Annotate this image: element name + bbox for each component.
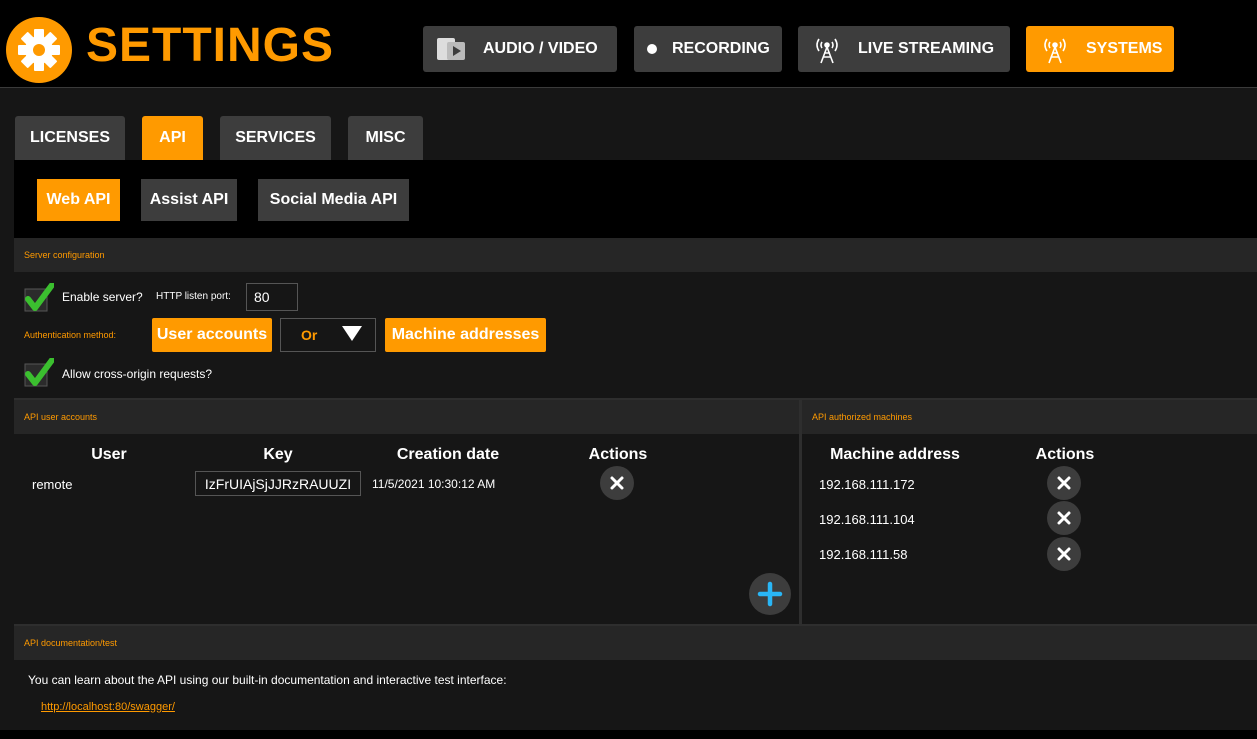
close-icon — [1057, 476, 1071, 490]
col-actions: Actions — [588, 446, 648, 463]
nav-systems-button[interactable]: SYSTEMS — [1026, 26, 1174, 72]
nav-audio-video-label: AUDIO / VIDEO — [483, 40, 598, 57]
close-icon — [1057, 547, 1071, 561]
machine-addresses-button[interactable]: Machine addresses — [385, 318, 546, 352]
api-key-field[interactable]: IzFrUIAjSjJJRzRAUUZI — [195, 471, 361, 496]
add-user-button[interactable] — [749, 573, 791, 615]
tab-services[interactable]: SERVICES — [220, 116, 331, 160]
machine-address-cell: 192.168.111.172 — [819, 477, 915, 492]
col-machine-address: Machine address — [830, 446, 960, 463]
nav-recording-button[interactable]: RECORDING — [634, 26, 782, 72]
nav-live-streaming-button[interactable]: LIVE STREAMING — [798, 26, 1010, 72]
media-icon — [435, 34, 469, 64]
close-icon — [1057, 511, 1071, 525]
docs-panel — [14, 660, 1257, 730]
section-api-documentation: API documentation/test — [14, 626, 1257, 660]
plus-icon — [757, 581, 783, 607]
delete-machine-button[interactable] — [1047, 466, 1081, 500]
auth-method-label: Authentication method: — [24, 330, 117, 340]
delete-machine-button[interactable] — [1047, 501, 1081, 535]
page-title: SETTINGS — [86, 19, 335, 72]
enable-server-label: Enable server? — [62, 290, 143, 304]
user-cell: remote — [32, 477, 73, 492]
col-machine-actions: Actions — [1035, 446, 1095, 463]
tab-api[interactable]: API — [142, 116, 203, 160]
machine-address-cell: 192.168.111.58 — [819, 547, 908, 562]
delete-user-button[interactable] — [600, 466, 634, 500]
antenna-icon — [1038, 33, 1072, 65]
nav-systems-label: SYSTEMS — [1086, 40, 1163, 57]
left-gutter — [0, 88, 14, 730]
gear-icon — [6, 17, 72, 83]
http-port-input[interactable]: 80 — [246, 283, 298, 311]
col-creation-date: Creation date — [396, 446, 500, 463]
subtab-assist-api[interactable]: Assist API — [141, 179, 237, 221]
antenna-icon — [810, 33, 844, 65]
tab-licenses[interactable]: LICENSES — [15, 116, 125, 160]
http-port-label: HTTP listen port: — [156, 291, 231, 302]
auth-combinator-value: Or — [301, 327, 318, 343]
tab-misc[interactable]: MISC — [348, 116, 423, 160]
subtab-web-api[interactable]: Web API — [37, 179, 120, 221]
delete-machine-button[interactable] — [1047, 537, 1081, 571]
enable-server-checkbox[interactable] — [24, 283, 54, 313]
section-api-user-accounts: API user accounts — [14, 400, 799, 434]
docs-description: You can learn about the API using our bu… — [28, 673, 507, 687]
swagger-link[interactable]: http://localhost:80/swagger/ — [41, 701, 175, 713]
nav-live-streaming-label: LIVE STREAMING — [858, 40, 995, 57]
creation-date-cell: 11/5/2021 10:30:12 AM — [372, 477, 496, 491]
cors-checkbox[interactable] — [24, 358, 54, 388]
nav-audio-video-button[interactable]: AUDIO / VIDEO — [423, 26, 617, 72]
section-server-configuration: Server configuration — [14, 238, 1257, 272]
subtab-social-media-api[interactable]: Social Media API — [258, 179, 409, 221]
close-icon — [610, 476, 624, 490]
footer-strip — [0, 730, 1257, 739]
machine-address-cell: 192.168.111.104 — [819, 512, 915, 527]
col-key: Key — [263, 446, 293, 463]
col-user: User — [91, 446, 127, 463]
nav-recording-label: RECORDING — [672, 40, 770, 57]
section-api-authorized-machines: API authorized machines — [802, 400, 1257, 434]
redacted-mark — [1068, 0, 1172, 20]
cors-label: Allow cross-origin requests? — [62, 367, 213, 381]
auth-combinator-select[interactable]: Or — [280, 318, 376, 352]
record-dot-icon — [646, 43, 658, 55]
user-accounts-button[interactable]: User accounts — [152, 318, 272, 352]
triangle-down-icon — [341, 324, 363, 347]
